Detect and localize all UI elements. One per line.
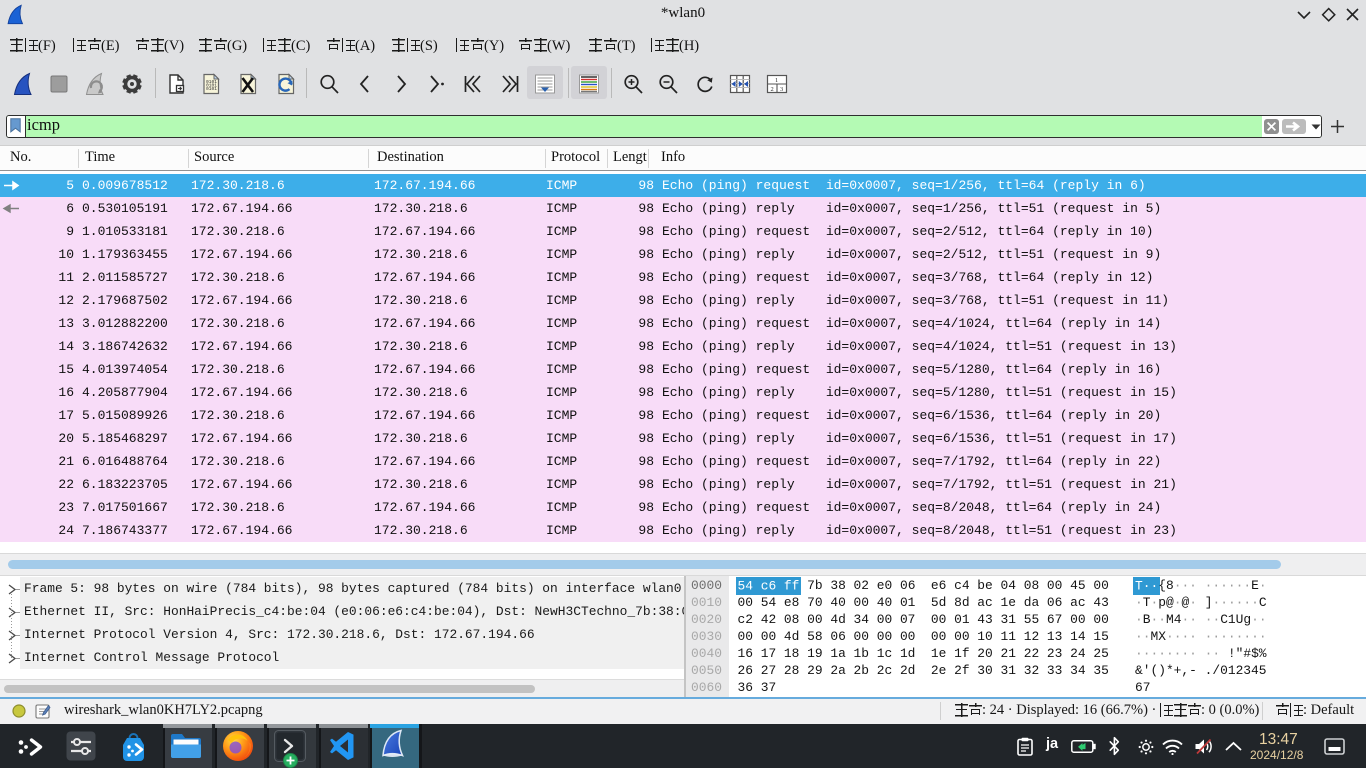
svg-text:0101: 0101 — [206, 86, 217, 92]
svg-text:3: 3 — [780, 86, 783, 93]
svg-text:1: 1 — [775, 77, 778, 84]
svg-text:2: 2 — [771, 86, 774, 93]
